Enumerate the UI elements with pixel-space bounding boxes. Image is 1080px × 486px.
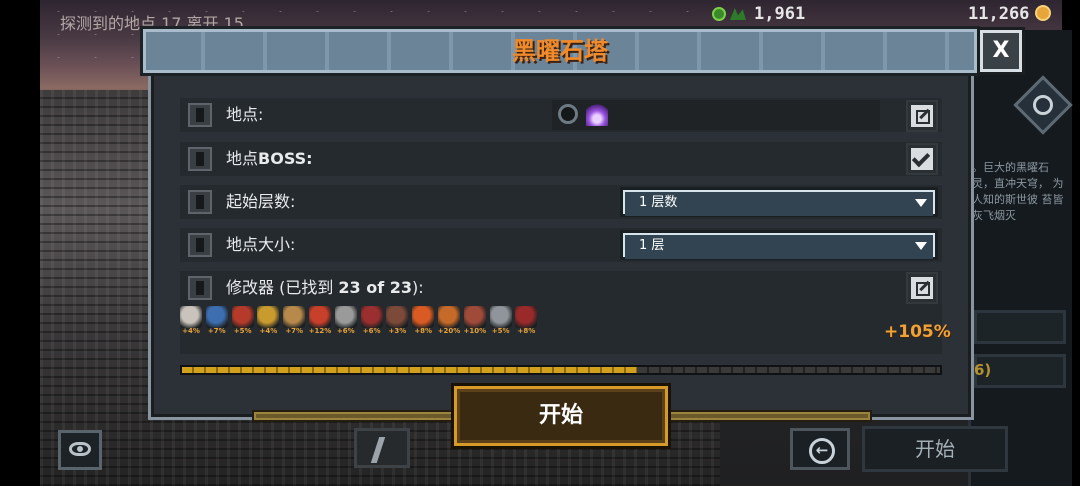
plant-count: 1,961 (754, 4, 806, 24)
edit-location-button[interactable] (906, 100, 938, 132)
start-button[interactable]: 开始 (454, 386, 668, 446)
side-count: 6) (974, 361, 992, 379)
location-row: 地点: (180, 98, 942, 132)
boss-row: 地点BOSS: (180, 142, 942, 176)
modifier-total: +105% (884, 322, 951, 342)
gold-count: 11,266 (968, 4, 1030, 24)
tool-button[interactable] (354, 428, 410, 468)
size-dropdown[interactable]: 1 层 (620, 230, 938, 260)
boss-label-prefix: 地点 (226, 149, 259, 168)
progress-bar (180, 365, 942, 375)
modifiers-label: 修改器 (已找到 23 of 23): (226, 271, 424, 305)
modifier-percent: +8% (414, 327, 433, 335)
location-icon (188, 103, 212, 127)
back-button[interactable]: ← (790, 428, 850, 470)
progress-fill (182, 367, 637, 373)
size-value: 1 层 (625, 235, 933, 259)
close-button[interactable]: X (980, 30, 1022, 72)
modifier-percent: +7% (207, 327, 226, 335)
back-arrow-icon: ← (809, 438, 835, 464)
modifier-percent: +3% (388, 327, 407, 335)
modifier-percent: +5% (233, 327, 252, 335)
modifier-percent: +4% (259, 327, 278, 335)
plant-resource: 1,961 (712, 4, 805, 24)
modifier-icon (188, 276, 212, 300)
dialog-title-bar: 黑曜石塔 (140, 26, 980, 76)
chevron-down-icon (915, 199, 927, 207)
start-floor-value: 1 层数 (625, 192, 933, 216)
modifiers-suffix: ): (412, 278, 424, 297)
location-label: 地点: (226, 105, 264, 124)
start-floor-dropdown[interactable]: 1 层数 (620, 187, 938, 217)
modifier-percent: +6% (336, 327, 355, 335)
dialog-title: 黑曜石塔 (512, 37, 608, 65)
chevron-down-icon (915, 242, 927, 250)
modifier-percent: +10% (463, 327, 487, 335)
modifiers-row: 修改器 (已找到 23 of 23): (180, 271, 942, 305)
boss-checkbox[interactable] (906, 143, 938, 175)
horn-icon[interactable] (360, 306, 383, 328)
crown-icon[interactable] (438, 306, 460, 328)
location-description: 。巨大的黑曜石 灵，直冲天穹， 为人知的斯世彼 苔皆灰飞烟灭 (972, 161, 1064, 222)
modifier-percent: +5% (491, 327, 510, 335)
floor-icon (188, 190, 212, 214)
screen-edge-left (0, 0, 40, 486)
boss-icon (188, 147, 212, 171)
edit-modifiers-button[interactable] (906, 272, 938, 304)
toggle-visibility-button[interactable] (58, 430, 102, 470)
modifiers-count: 23 of 23 (338, 278, 413, 297)
shield-icon[interactable] (205, 306, 228, 328)
fire-icon[interactable] (412, 306, 435, 328)
start-floor-label: 起始层数: (226, 192, 296, 211)
check-icon (911, 148, 931, 168)
demon-icon[interactable] (231, 306, 254, 328)
purple-flame-icon (586, 102, 608, 126)
scroll-icon[interactable] (283, 306, 306, 328)
stone-icon[interactable] (334, 306, 357, 328)
boss-label: 地点BOSS: (226, 142, 313, 176)
modifiers-prefix: 修改器 (已找到 (226, 278, 339, 297)
bird-icon[interactable] (257, 306, 280, 328)
gold-resource: 11,266 (968, 4, 1052, 24)
panel-start-button[interactable]: 开始 (862, 426, 1008, 472)
boss-label-bold: BOSS: (258, 149, 313, 168)
beast-icon[interactable] (463, 306, 486, 328)
eye-icon (69, 442, 91, 456)
skull-icon[interactable] (180, 306, 202, 328)
size-label: 地点大小: (226, 235, 296, 254)
spider-icon[interactable] (515, 306, 538, 328)
modifier-percent: +12% (308, 327, 332, 335)
rock-icon[interactable] (489, 306, 512, 328)
tower-icon (188, 233, 212, 257)
eye-icon (1033, 95, 1053, 115)
plant-icon (730, 8, 746, 20)
coin-icon (1035, 5, 1052, 21)
plus-icon (712, 7, 726, 21)
portal-ring-icon (558, 104, 578, 124)
claw-icon[interactable] (386, 306, 409, 328)
edit-icon (916, 282, 930, 296)
edit-icon (916, 110, 930, 124)
modifier-percent: +8% (517, 327, 536, 335)
seal-icon[interactable] (309, 306, 331, 328)
side-slot (974, 310, 1066, 344)
modifier-percent: +4% (182, 327, 200, 335)
progress-remaining (636, 367, 940, 373)
modifier-percent: +6% (362, 327, 381, 335)
modifier-percent: +7% (285, 327, 304, 335)
modifier-percent: +20% (437, 327, 461, 335)
